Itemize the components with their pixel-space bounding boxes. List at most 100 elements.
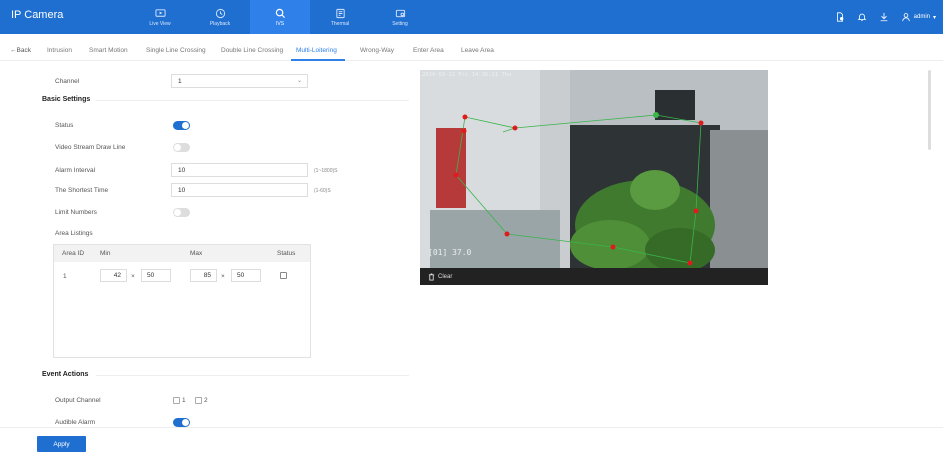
polygon-point[interactable] <box>512 125 518 131</box>
user-name: admin <box>913 14 930 20</box>
nav-thermal[interactable]: Thermal <box>310 0 370 34</box>
section-divider <box>96 100 409 101</box>
min-separator: × <box>131 273 135 280</box>
output-channel-1-checkbox[interactable] <box>173 397 180 404</box>
nav-thermal-label: Thermal <box>330 20 350 27</box>
min-width-input[interactable]: 42 <box>100 269 127 282</box>
tab-smart-motion[interactable]: Smart Motion <box>89 47 128 54</box>
nav-playback-label: Playback <box>209 20 231 27</box>
apply-button[interactable]: Apply <box>37 436 86 452</box>
user-menu[interactable]: admin ▾ <box>901 12 936 22</box>
nav-live-view[interactable]: Live View <box>130 0 190 34</box>
th-area-id: Area ID <box>62 250 85 257</box>
video-preview[interactable]: 2024-03-22 Fri 14:36:21 Thu [01] 37.0 <box>420 70 768 268</box>
nav-setting[interactable]: Setting <box>370 0 430 34</box>
row-status-checkbox[interactable] <box>280 272 287 279</box>
min-height-input[interactable]: 50 <box>141 269 171 282</box>
th-min: Min <box>100 250 111 257</box>
app-title: IP Camera <box>11 9 64 21</box>
event-actions-title: Event Actions <box>42 371 89 378</box>
output-channel-2-label: 2 <box>204 397 208 404</box>
tab-leave-area[interactable]: Leave Area <box>461 47 494 54</box>
bell-icon[interactable] <box>857 12 867 22</box>
footer-bar <box>0 427 943 457</box>
main-nav: Live View Playback IVS Thermal Setting <box>130 0 430 34</box>
polygon-point[interactable] <box>687 260 693 266</box>
thermal-icon <box>335 8 345 18</box>
playback-icon <box>215 8 225 18</box>
setting-icon <box>395 9 405 17</box>
top-right-actions: admin ▾ <box>835 0 936 34</box>
alarm-interval-hint: (1~1800)S <box>314 168 338 174</box>
scrollbar[interactable] <box>928 70 931 150</box>
shortest-time-input[interactable]: 10 <box>171 183 308 197</box>
ivs-tabs: ←Back Intrusion Smart Motion Single Line… <box>0 43 943 61</box>
limit-numbers-toggle[interactable] <box>173 208 190 217</box>
audible-alarm-label: Audible Alarm <box>55 419 96 426</box>
audible-alarm-toggle[interactable] <box>173 418 190 427</box>
shortest-time-label: The Shortest Time <box>55 187 109 194</box>
loitering-area-overlay <box>453 112 704 266</box>
section-divider <box>96 375 409 376</box>
channel-select[interactable]: 1 ⌄ <box>171 74 308 88</box>
tab-double-line-crossing[interactable]: Double Line Crossing <box>221 47 283 54</box>
chevron-down-icon: ▾ <box>932 14 936 21</box>
polygon-point[interactable] <box>653 112 659 118</box>
chevron-down-icon: ⌄ <box>296 78 302 84</box>
nav-live-view-label: Live View <box>149 20 171 27</box>
clear-label: Clear <box>438 273 453 280</box>
status-toggle[interactable] <box>173 121 190 130</box>
polygon-point[interactable] <box>504 231 510 237</box>
area-table-header: Area ID Min Max Status <box>54 245 310 262</box>
live-view-icon <box>154 8 166 17</box>
th-status: Status <box>277 250 296 257</box>
max-width-input[interactable]: 85 <box>190 269 217 282</box>
area-table: Area ID Min Max Status 1 42 × 50 85 × 50 <box>53 244 311 358</box>
back-button[interactable]: ←Back <box>10 47 31 54</box>
tab-intrusion[interactable]: Intrusion <box>47 47 72 54</box>
trash-icon <box>428 273 435 280</box>
osd-info: [01] 37.0 <box>428 248 472 257</box>
alarm-interval-input[interactable]: 10 <box>171 163 308 177</box>
output-channel-label: Output Channel <box>55 397 101 404</box>
output-channel-2-checkbox[interactable] <box>195 397 202 404</box>
polygon-point[interactable] <box>453 172 459 178</box>
th-max: Max <box>190 250 203 257</box>
status-label: Status <box>55 122 74 129</box>
polygon-point[interactable] <box>698 120 704 126</box>
channel-label: Channel <box>55 78 80 85</box>
limit-numbers-label: Limit Numbers <box>55 209 97 216</box>
download-icon[interactable] <box>879 12 889 22</box>
user-icon <box>901 13 910 22</box>
polygon-point[interactable] <box>610 244 616 250</box>
clear-button[interactable]: Clear <box>428 273 452 281</box>
video-toolbar: Clear <box>420 268 768 285</box>
nav-playback[interactable]: Playback <box>190 0 250 34</box>
active-tab-indicator <box>291 59 345 61</box>
top-bar: IP Camera Live View Playback IVS Thermal… <box>0 0 943 34</box>
nav-ivs[interactable]: IVS <box>250 0 310 34</box>
file-icon[interactable] <box>835 12 845 22</box>
polygon-point[interactable] <box>462 114 468 120</box>
max-height-input[interactable]: 50 <box>231 269 261 282</box>
tab-single-line-crossing[interactable]: Single Line Crossing <box>146 47 206 54</box>
alarm-interval-label: Alarm Interval <box>55 167 96 174</box>
osd-timestamp: 2024-03-22 Fri 14:36:21 Thu <box>422 72 512 78</box>
draw-line-label: Video Stream Draw Line <box>55 144 126 151</box>
polygon-point[interactable] <box>693 208 699 214</box>
tab-multi-loitering[interactable]: Multi-Loitering <box>296 47 337 54</box>
shortest-time-hint: (1-60)S <box>314 188 331 194</box>
nav-ivs-label: IVS <box>275 20 285 27</box>
back-label: Back <box>16 47 31 54</box>
nav-setting-label: Setting <box>392 20 408 27</box>
row-area-id: 1 <box>63 273 67 280</box>
area-listings-label: Area Listings <box>55 230 93 237</box>
tab-enter-area[interactable]: Enter Area <box>413 47 444 54</box>
draw-line-toggle[interactable] <box>173 143 190 152</box>
output-channel-1-label: 1 <box>182 397 186 404</box>
ivs-icon <box>275 8 285 18</box>
channel-value: 1 <box>178 78 182 85</box>
tab-wrong-way[interactable]: Wrong-Way <box>360 47 394 54</box>
max-separator: × <box>221 273 225 280</box>
polygon-point[interactable] <box>461 128 467 134</box>
